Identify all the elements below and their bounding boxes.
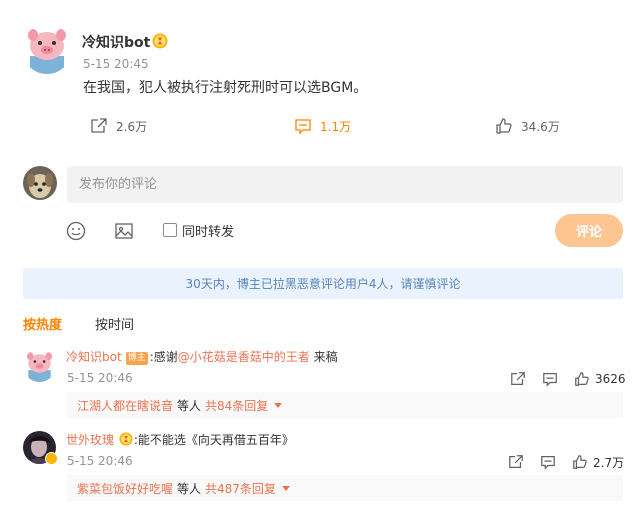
- verified-badge-icon: [45, 452, 58, 465]
- author-name[interactable]: 冷知识bot: [82, 32, 150, 52]
- comment-icon: [541, 456, 555, 470]
- repost-button[interactable]: 2.6万: [90, 116, 147, 136]
- comment-reply-button[interactable]: [540, 453, 556, 471]
- comment-like-count: 3626: [595, 372, 626, 386]
- reply-count[interactable]: 共84条回复: [205, 397, 268, 414]
- repost-icon: [509, 455, 523, 468]
- tab-sort-hot[interactable]: 按热度: [23, 314, 62, 333]
- author-avatar[interactable]: [22, 24, 72, 74]
- post-text: 在我国，犯人被执行注射死刑时可以选BGM。: [83, 80, 368, 96]
- comment-share-button[interactable]: [510, 370, 526, 388]
- repost-checkbox[interactable]: [163, 223, 177, 237]
- thumbs-up-icon: [573, 455, 587, 469]
- reply-summary[interactable]: 紫菜包饭好好吃喔 等人 共487条回复: [67, 475, 623, 501]
- comment-like-button[interactable]: 2.7万: [572, 453, 624, 471]
- reply-summary[interactable]: 江湖人都在瞎说音 等人 共84条回复: [67, 392, 623, 418]
- tab-sort-time[interactable]: 按时间: [95, 314, 134, 333]
- comment-text-after: 来稿: [309, 350, 338, 364]
- pig-avatar-icon: [23, 349, 56, 382]
- reply-count[interactable]: 共487条回复: [205, 480, 276, 497]
- reply-mid-text: 等人: [177, 398, 202, 413]
- repost-icon: [511, 372, 525, 385]
- comment-icon: [295, 119, 311, 135]
- comment-text: 世外玫瑰 :能不能选《向天再借五百年》: [66, 431, 294, 448]
- comment-timestamp: 5-15 20:46: [67, 371, 133, 385]
- comment-icon: [543, 373, 557, 387]
- repost-checkbox-label[interactable]: 同时转发: [182, 221, 234, 240]
- submit-comment-button[interactable]: 评论: [555, 214, 623, 247]
- image-icon[interactable]: [114, 221, 134, 241]
- comment-button[interactable]: 1.1万: [294, 116, 351, 136]
- blocked-users-notice: 30天内，博主已拉黑恶意评论用户4人，请谨慎评论: [23, 268, 623, 299]
- chevron-down-icon: [281, 485, 290, 491]
- like-button[interactable]: 34.6万: [495, 116, 560, 136]
- comment-like-count: 2.7万: [593, 455, 625, 470]
- reply-username[interactable]: 江湖人都在瞎说音: [77, 397, 173, 414]
- chevron-down-icon: [274, 402, 283, 408]
- dog-avatar-icon: [23, 166, 57, 200]
- thumbs-up-icon: [575, 372, 589, 386]
- comment-share-button[interactable]: [508, 453, 524, 471]
- thumbs-up-icon: [496, 118, 512, 134]
- reply-username[interactable]: 紫菜包饭好好吃喔: [77, 480, 173, 497]
- comment-text-before: :感谢: [149, 350, 178, 364]
- repost-count: 2.6万: [116, 119, 148, 134]
- blogger-tag: 博主: [125, 352, 148, 365]
- comment-count: 1.1万: [320, 119, 352, 134]
- pig-avatar-icon: [22, 24, 72, 74]
- comment-timestamp: 5-15 20:46: [67, 454, 133, 468]
- hourglass-badge-icon: [119, 432, 133, 446]
- post-timestamp[interactable]: 5-15 20:45: [83, 57, 149, 71]
- comment-mention-link[interactable]: @小花菇是香菇中的王者: [178, 350, 310, 364]
- comment-like-button[interactable]: 3626: [574, 370, 626, 388]
- hourglass-badge-icon: [152, 33, 168, 49]
- like-count: 34.6万: [521, 119, 560, 134]
- my-avatar[interactable]: [23, 166, 57, 200]
- comment-input[interactable]: [67, 166, 623, 203]
- comment-username[interactable]: 冷知识bot: [66, 350, 122, 364]
- comment-text: 冷知识bot 博主:感谢@小花菇是香菇中的王者 来稿: [66, 348, 338, 365]
- reply-mid-text: 等人: [177, 481, 202, 496]
- comment-avatar[interactable]: [23, 349, 56, 382]
- comment-body: :能不能选《向天再借五百年》: [133, 433, 294, 447]
- comment-username[interactable]: 世外玫瑰: [66, 433, 114, 447]
- emoji-icon[interactable]: [66, 221, 86, 241]
- repost-icon: [91, 118, 107, 133]
- comment-reply-button[interactable]: [542, 370, 558, 388]
